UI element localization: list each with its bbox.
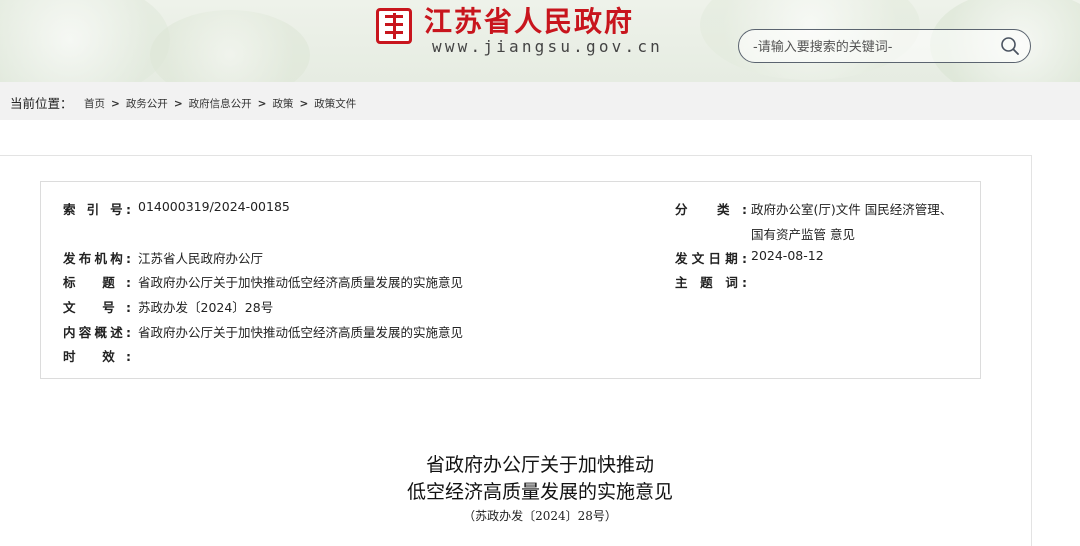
breadcrumb-home[interactable]: 首页 bbox=[84, 98, 105, 110]
category-label: 分 类: bbox=[675, 202, 747, 217]
header-decoration bbox=[0, 0, 170, 82]
search-icon[interactable] bbox=[1000, 36, 1020, 56]
search-box bbox=[738, 29, 1031, 63]
date-label: 发文日期: bbox=[675, 251, 747, 266]
document-number: （苏政办发〔2024〕28号） bbox=[463, 509, 617, 523]
category-value-line2: 国有资产监管 意见 bbox=[751, 227, 855, 242]
title-label: 标 题: bbox=[63, 275, 131, 290]
date-value: 2024-08-12 bbox=[751, 248, 824, 263]
breadcrumb-policy-documents[interactable]: 政策文件 bbox=[314, 98, 356, 110]
breadcrumb-label: 当前位置： bbox=[10, 96, 73, 111]
breadcrumb-separator: > bbox=[173, 98, 183, 110]
search-input[interactable] bbox=[751, 37, 995, 57]
summary-value: 省政府办公厅关于加快推动低空经济高质量发展的实施意见 bbox=[138, 325, 464, 340]
category-value-line1: 政府办公室(厅)文件 国民经济管理、 bbox=[751, 202, 953, 217]
index-label: 索 引 号: bbox=[63, 202, 131, 217]
validity-label: 时 效: bbox=[63, 349, 131, 364]
docno-value: 苏政办发〔2024〕28号 bbox=[138, 300, 274, 315]
index-value: 014000319/2024-00185 bbox=[138, 199, 290, 214]
breadcrumb-separator: > bbox=[257, 98, 267, 110]
document-title-line2: 低空经济高质量发展的实施意见 bbox=[406, 481, 673, 503]
header-decoration bbox=[150, 10, 310, 82]
site-logo-icon[interactable] bbox=[376, 8, 412, 44]
breadcrumb-gov-info[interactable]: 政府信息公开 bbox=[189, 98, 252, 110]
subject-label: 主 题 词: bbox=[675, 275, 747, 290]
document-info-box: 索 引 号: 014000319/2024-00185 分 类: 政府办公室(厅… bbox=[40, 181, 981, 379]
document-title-line1: 省政府办公厅关于加快推动 bbox=[425, 454, 654, 476]
breadcrumb-policy[interactable]: 政策 bbox=[272, 98, 293, 110]
publisher-label: 发布机构: bbox=[63, 251, 131, 266]
breadcrumb-bar: 当前位置： 首页 > 政务公开 > 政府信息公开 > 政策 > 政策文件 bbox=[0, 82, 1080, 120]
breadcrumb: 首页 > 政务公开 > 政府信息公开 > 政策 > 政策文件 bbox=[84, 96, 356, 111]
breadcrumb-government-affairs[interactable]: 政务公开 bbox=[126, 98, 168, 110]
site-url: www.jiangsu.gov.cn bbox=[432, 37, 663, 56]
summary-label: 内容概述: bbox=[63, 325, 131, 340]
breadcrumb-separator: > bbox=[111, 98, 120, 110]
title-value: 省政府办公厅关于加快推动低空经济高质量发展的实施意见 bbox=[138, 275, 464, 290]
publisher-value: 江苏省人民政府办公厅 bbox=[138, 251, 264, 266]
docno-label: 文 号: bbox=[63, 300, 131, 315]
breadcrumb-separator: > bbox=[299, 98, 309, 110]
site-header: 江苏省人民政府 www.jiangsu.gov.cn bbox=[0, 0, 1080, 82]
site-title[interactable]: 江苏省人民政府 bbox=[424, 0, 634, 40]
